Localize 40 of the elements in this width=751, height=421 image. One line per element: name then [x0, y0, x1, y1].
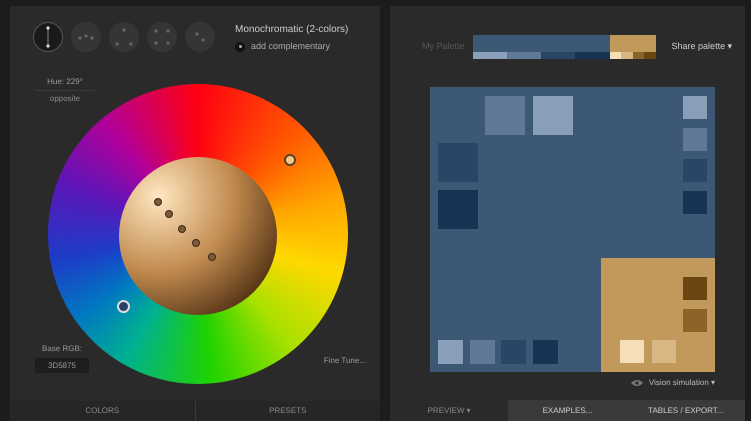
color-scheme-button[interactable] [33, 22, 63, 52]
scheme-dots-icon [195, 32, 205, 42]
scheme-dots-icon [46, 26, 50, 48]
eye-icon [630, 379, 643, 387]
base-rgb-label: Base RGB: [42, 343, 82, 355]
color-scheme-button[interactable] [185, 22, 215, 52]
panel-tab[interactable]: COLORS [10, 401, 196, 421]
hue-mode: opposite [50, 93, 80, 105]
complementary-toggle[interactable] [235, 42, 245, 52]
scheme-dots-icon [154, 29, 170, 45]
complementary-label: add complementary [251, 40, 330, 53]
panel-tab[interactable]: TABLES / EXPORT... [626, 400, 745, 421]
share-palette-button[interactable]: Share palette ▾ [672, 40, 733, 54]
color-swatch [438, 190, 478, 229]
base-marker-icon[interactable] [117, 300, 130, 313]
fine-tune-button[interactable]: Fine Tune... [324, 355, 366, 367]
color-scheme-button[interactable] [71, 22, 101, 52]
color-swatch [683, 277, 707, 300]
color-swatch [683, 190, 707, 214]
scheme-title: Monochromatic (2-colors) [235, 23, 348, 37]
color-swatch [485, 96, 525, 135]
scheme-dots-icon [78, 34, 94, 40]
panel-tab[interactable]: EXAMPLES... [508, 400, 627, 421]
color-scheme-button[interactable] [147, 22, 177, 52]
color-swatch [620, 340, 644, 363]
color-swatch [683, 309, 707, 332]
panel-tab[interactable]: PRESETS [196, 401, 380, 421]
color-swatch [683, 96, 707, 119]
color-swatch [533, 96, 573, 135]
color-swatch [532, 340, 558, 364]
color-scheme-button[interactable] [109, 22, 139, 52]
color-swatch [652, 340, 676, 363]
vision-simulation-button[interactable]: Vision simulation ▾ [648, 377, 715, 389]
color-swatch [438, 340, 463, 364]
base-rgb-field[interactable]: 3D5875 [35, 358, 89, 373]
color-swatch [683, 128, 707, 150]
palette-bar[interactable] [472, 35, 656, 59]
scheme-dots-icon [115, 28, 133, 46]
color-swatch [470, 340, 494, 364]
complement-marker-icon[interactable] [284, 154, 296, 166]
